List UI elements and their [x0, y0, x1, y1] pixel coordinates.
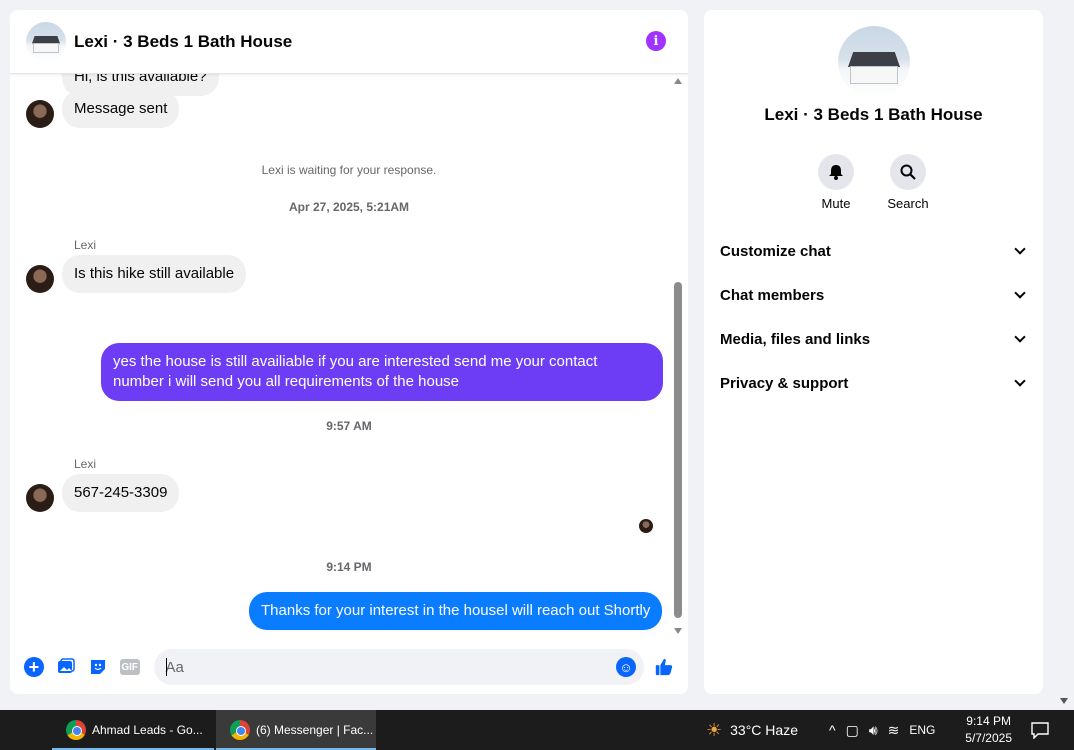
message-row: 567-245-3309 — [26, 474, 180, 512]
chevron-down-icon — [1014, 331, 1026, 343]
avatar[interactable] — [26, 265, 54, 293]
chevron-down-icon — [1014, 375, 1026, 387]
section-customize-chat[interactable]: Customize chat — [720, 237, 1030, 265]
taskbar-app-label: (6) Messenger | Fac... — [256, 723, 374, 737]
taskbar-app-label: Ahmad Leads - Go... — [92, 723, 203, 737]
clock[interactable]: 9:14 PM 5/7/2025 — [965, 713, 1012, 747]
conversation-avatar-large[interactable] — [838, 26, 910, 98]
thumbs-up-icon[interactable] — [654, 657, 674, 677]
bell-icon — [818, 154, 854, 190]
message-bubble[interactable]: Thanks for your interest in the housel w… — [249, 592, 663, 630]
section-privacy-support[interactable]: Privacy & support — [720, 369, 1030, 397]
info-title: Lexi · 3 Beds 1 Bath House — [764, 105, 983, 124]
sender-name: Lexi — [74, 238, 97, 252]
chat-title[interactable]: Lexi · 3 Beds 1 Bath House — [74, 32, 292, 52]
meet-now-icon[interactable]: ▢ — [846, 722, 859, 739]
message-row: Is this hike still available — [26, 255, 247, 293]
timestamp: Apr 27, 2025, 5:21AM — [288, 200, 410, 214]
plus-icon[interactable]: + — [24, 657, 44, 677]
text-caret — [165, 658, 167, 676]
mute-label: Mute — [821, 196, 851, 211]
clock-time: 9:14 PM — [966, 714, 1011, 728]
page-scroll-down-icon[interactable] — [1060, 698, 1068, 704]
conversation-info-panel: Lexi · 3 Beds 1 Bath House Mute Search C… — [704, 10, 1043, 694]
chat-panel: Lexi · 3 Beds 1 Bath House i Hi, is this… — [10, 10, 688, 694]
message-bubble[interactable]: Message sent — [62, 90, 180, 128]
volume-icon[interactable]: 🔊︎ — [869, 722, 878, 739]
message-input-placeholder: Aa — [165, 658, 184, 676]
chevron-down-icon — [1014, 287, 1026, 299]
taskbar-app-messenger[interactable]: (6) Messenger | Fac... — [216, 710, 376, 750]
search-label: Search — [887, 196, 929, 211]
message-list: Hi, is this available? Message sent Lexi… — [10, 74, 688, 634]
search-icon — [890, 154, 926, 190]
section-chat-members[interactable]: Chat members — [720, 281, 1030, 309]
section-media-files-links[interactable]: Media, files and links — [720, 325, 1030, 353]
weather-widget[interactable]: ☀ 33°C Haze — [706, 710, 798, 750]
scroll-down-icon[interactable] — [674, 628, 682, 634]
chat-header: Lexi · 3 Beds 1 Bath House i — [10, 10, 688, 74]
sender-name: Lexi — [74, 457, 97, 471]
composer: + GIF Aa ☺ — [10, 640, 688, 694]
section-label: Chat members — [720, 286, 825, 304]
weather-text: 33°C Haze — [730, 722, 798, 738]
system-tray: ^ ▢ 🔊︎ ≋ ENG — [829, 710, 935, 750]
message-bubble[interactable]: yes the house is still availiable if you… — [101, 343, 663, 401]
avatar[interactable] — [26, 100, 54, 128]
chrome-icon — [230, 720, 250, 740]
clock-date: 5/7/2025 — [965, 731, 1012, 745]
scrollbar[interactable] — [672, 74, 684, 634]
taskbar-app-ahmad-leads[interactable]: Ahmad Leads - Go... — [52, 710, 214, 750]
section-label: Customize chat — [720, 242, 831, 260]
info-icon[interactable]: i — [646, 31, 666, 51]
conversation-avatar[interactable] — [26, 21, 66, 62]
haze-icon: ☀ — [706, 719, 723, 740]
timestamp: 9:57 AM — [326, 419, 372, 433]
taskbar: Ahmad Leads - Go... (6) Messenger | Fac.… — [0, 710, 1074, 750]
search-button[interactable]: Search — [878, 154, 938, 211]
chrome-icon — [66, 720, 86, 740]
gif-icon[interactable]: GIF — [119, 659, 140, 675]
notification-icon[interactable] — [1030, 710, 1050, 750]
message-bubble[interactable]: 567-245-3309 — [62, 474, 180, 512]
message-row: Thanks for your interest in the housel w… — [249, 592, 663, 630]
emoji-icon[interactable]: ☺ — [615, 657, 636, 677]
chevron-up-icon[interactable]: ^ — [829, 722, 836, 738]
system-notice: Lexi is waiting for your response. — [261, 163, 437, 177]
sticker-icon[interactable] — [88, 657, 108, 677]
scroll-thumb[interactable] — [674, 282, 682, 618]
message-row: Message sent — [26, 90, 180, 128]
timestamp: 9:14 PM — [326, 560, 372, 574]
scroll-up-icon[interactable] — [674, 78, 682, 84]
chevron-down-icon — [1014, 243, 1026, 255]
image-icon[interactable] — [56, 657, 76, 677]
language-indicator[interactable]: ENG — [909, 723, 935, 737]
avatar[interactable] — [26, 484, 54, 512]
section-label: Media, files and links — [720, 330, 871, 348]
wifi-icon[interactable]: ≋ — [888, 722, 900, 739]
message-bubble[interactable]: Is this hike still available — [62, 255, 247, 293]
message-row: yes the house is still availiable if you… — [101, 343, 663, 401]
mute-button[interactable]: Mute — [806, 154, 866, 211]
section-label: Privacy & support — [720, 374, 849, 392]
message-input[interactable]: Aa ☺ — [153, 649, 644, 685]
seen-indicator-avatar — [639, 519, 653, 533]
